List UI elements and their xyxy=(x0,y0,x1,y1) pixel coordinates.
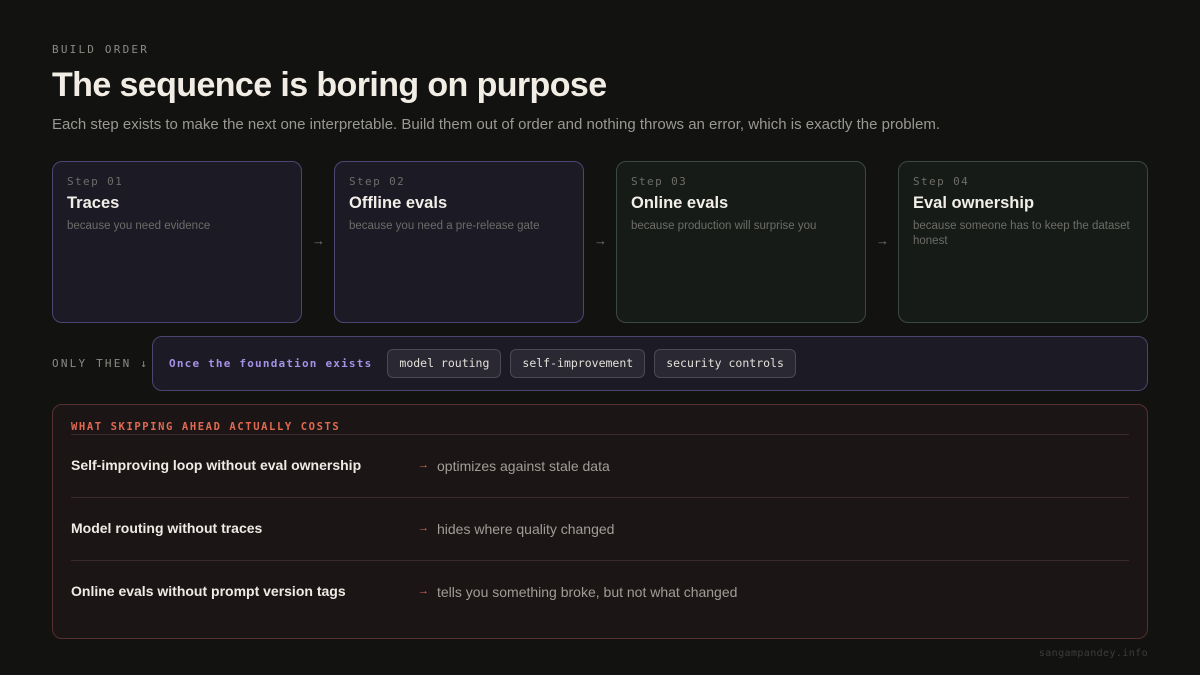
page-title: The sequence is boring on purpose xyxy=(52,66,607,104)
cost-row: Model routing without traces → hides whe… xyxy=(71,520,1129,540)
page-subtitle: Each step exists to make the next one in… xyxy=(52,116,940,133)
step-title: Traces xyxy=(67,194,120,212)
cost-effect: optimizes against stale data xyxy=(437,458,610,474)
chip-self-improvement: self-improvement xyxy=(510,349,646,378)
right-arrow-icon: → xyxy=(312,233,325,248)
divider xyxy=(71,497,1129,498)
only-then-label: ONLY THEN ↓ xyxy=(52,357,150,370)
cost-effect: tells you something broke, but not what … xyxy=(437,584,738,600)
costs-heading: WHAT SKIPPING AHEAD ACTUALLY COSTS xyxy=(71,421,341,433)
right-arrow-icon: → xyxy=(418,585,429,597)
eyebrow-label: BUILD ORDER xyxy=(52,43,150,56)
right-arrow-icon: → xyxy=(876,233,889,248)
chip-security-controls: security controls xyxy=(654,349,796,378)
footer-site-label: sangampandey.info xyxy=(1038,648,1148,659)
right-arrow-icon: → xyxy=(418,459,429,471)
step-title: Online evals xyxy=(631,194,729,212)
step-number: Step 04 xyxy=(913,175,970,188)
right-arrow-icon: → xyxy=(594,233,607,248)
steps-row: Step 01 Traces because you need evidence… xyxy=(52,161,1148,323)
step-number: Step 01 xyxy=(67,175,124,188)
step-card-offline-evals: Step 02 Offline evals because you need a… xyxy=(334,161,584,323)
cost-cause: Online evals without prompt version tags xyxy=(71,583,346,599)
cost-row: Online evals without prompt version tags… xyxy=(71,583,1129,603)
step-card-traces: Step 01 Traces because you need evidence xyxy=(52,161,302,323)
step-description: because you need evidence xyxy=(67,220,211,232)
divider xyxy=(71,560,1129,561)
step-number: Step 02 xyxy=(349,175,406,188)
chip-model-routing: model routing xyxy=(387,349,502,378)
cost-cause: Self-improving loop without eval ownersh… xyxy=(71,457,362,473)
right-arrow-icon: → xyxy=(418,522,429,534)
foundation-panel: Once the foundation exists model routing… xyxy=(152,336,1148,391)
step-number: Step 03 xyxy=(631,175,688,188)
step-title: Offline evals xyxy=(349,194,448,212)
step-description: because someone has to keep the dataset … xyxy=(913,220,1130,247)
step-card-eval-ownership: Step 04 Eval ownership because someone h… xyxy=(898,161,1148,323)
step-description: because you need a pre-release gate xyxy=(349,220,540,232)
step-description: because production will surprise you xyxy=(631,220,817,232)
step-card-online-evals: Step 03 Online evals because production … xyxy=(616,161,866,323)
foundation-lead: Once the foundation exists xyxy=(169,357,373,370)
step-title: Eval ownership xyxy=(913,194,1035,212)
costs-panel: WHAT SKIPPING AHEAD ACTUALLY COSTS Self-… xyxy=(52,404,1148,639)
cost-effect: hides where quality changed xyxy=(437,521,615,537)
divider xyxy=(71,434,1129,435)
cost-row: Self-improving loop without eval ownersh… xyxy=(71,457,1129,477)
cost-cause: Model routing without traces xyxy=(71,520,263,536)
